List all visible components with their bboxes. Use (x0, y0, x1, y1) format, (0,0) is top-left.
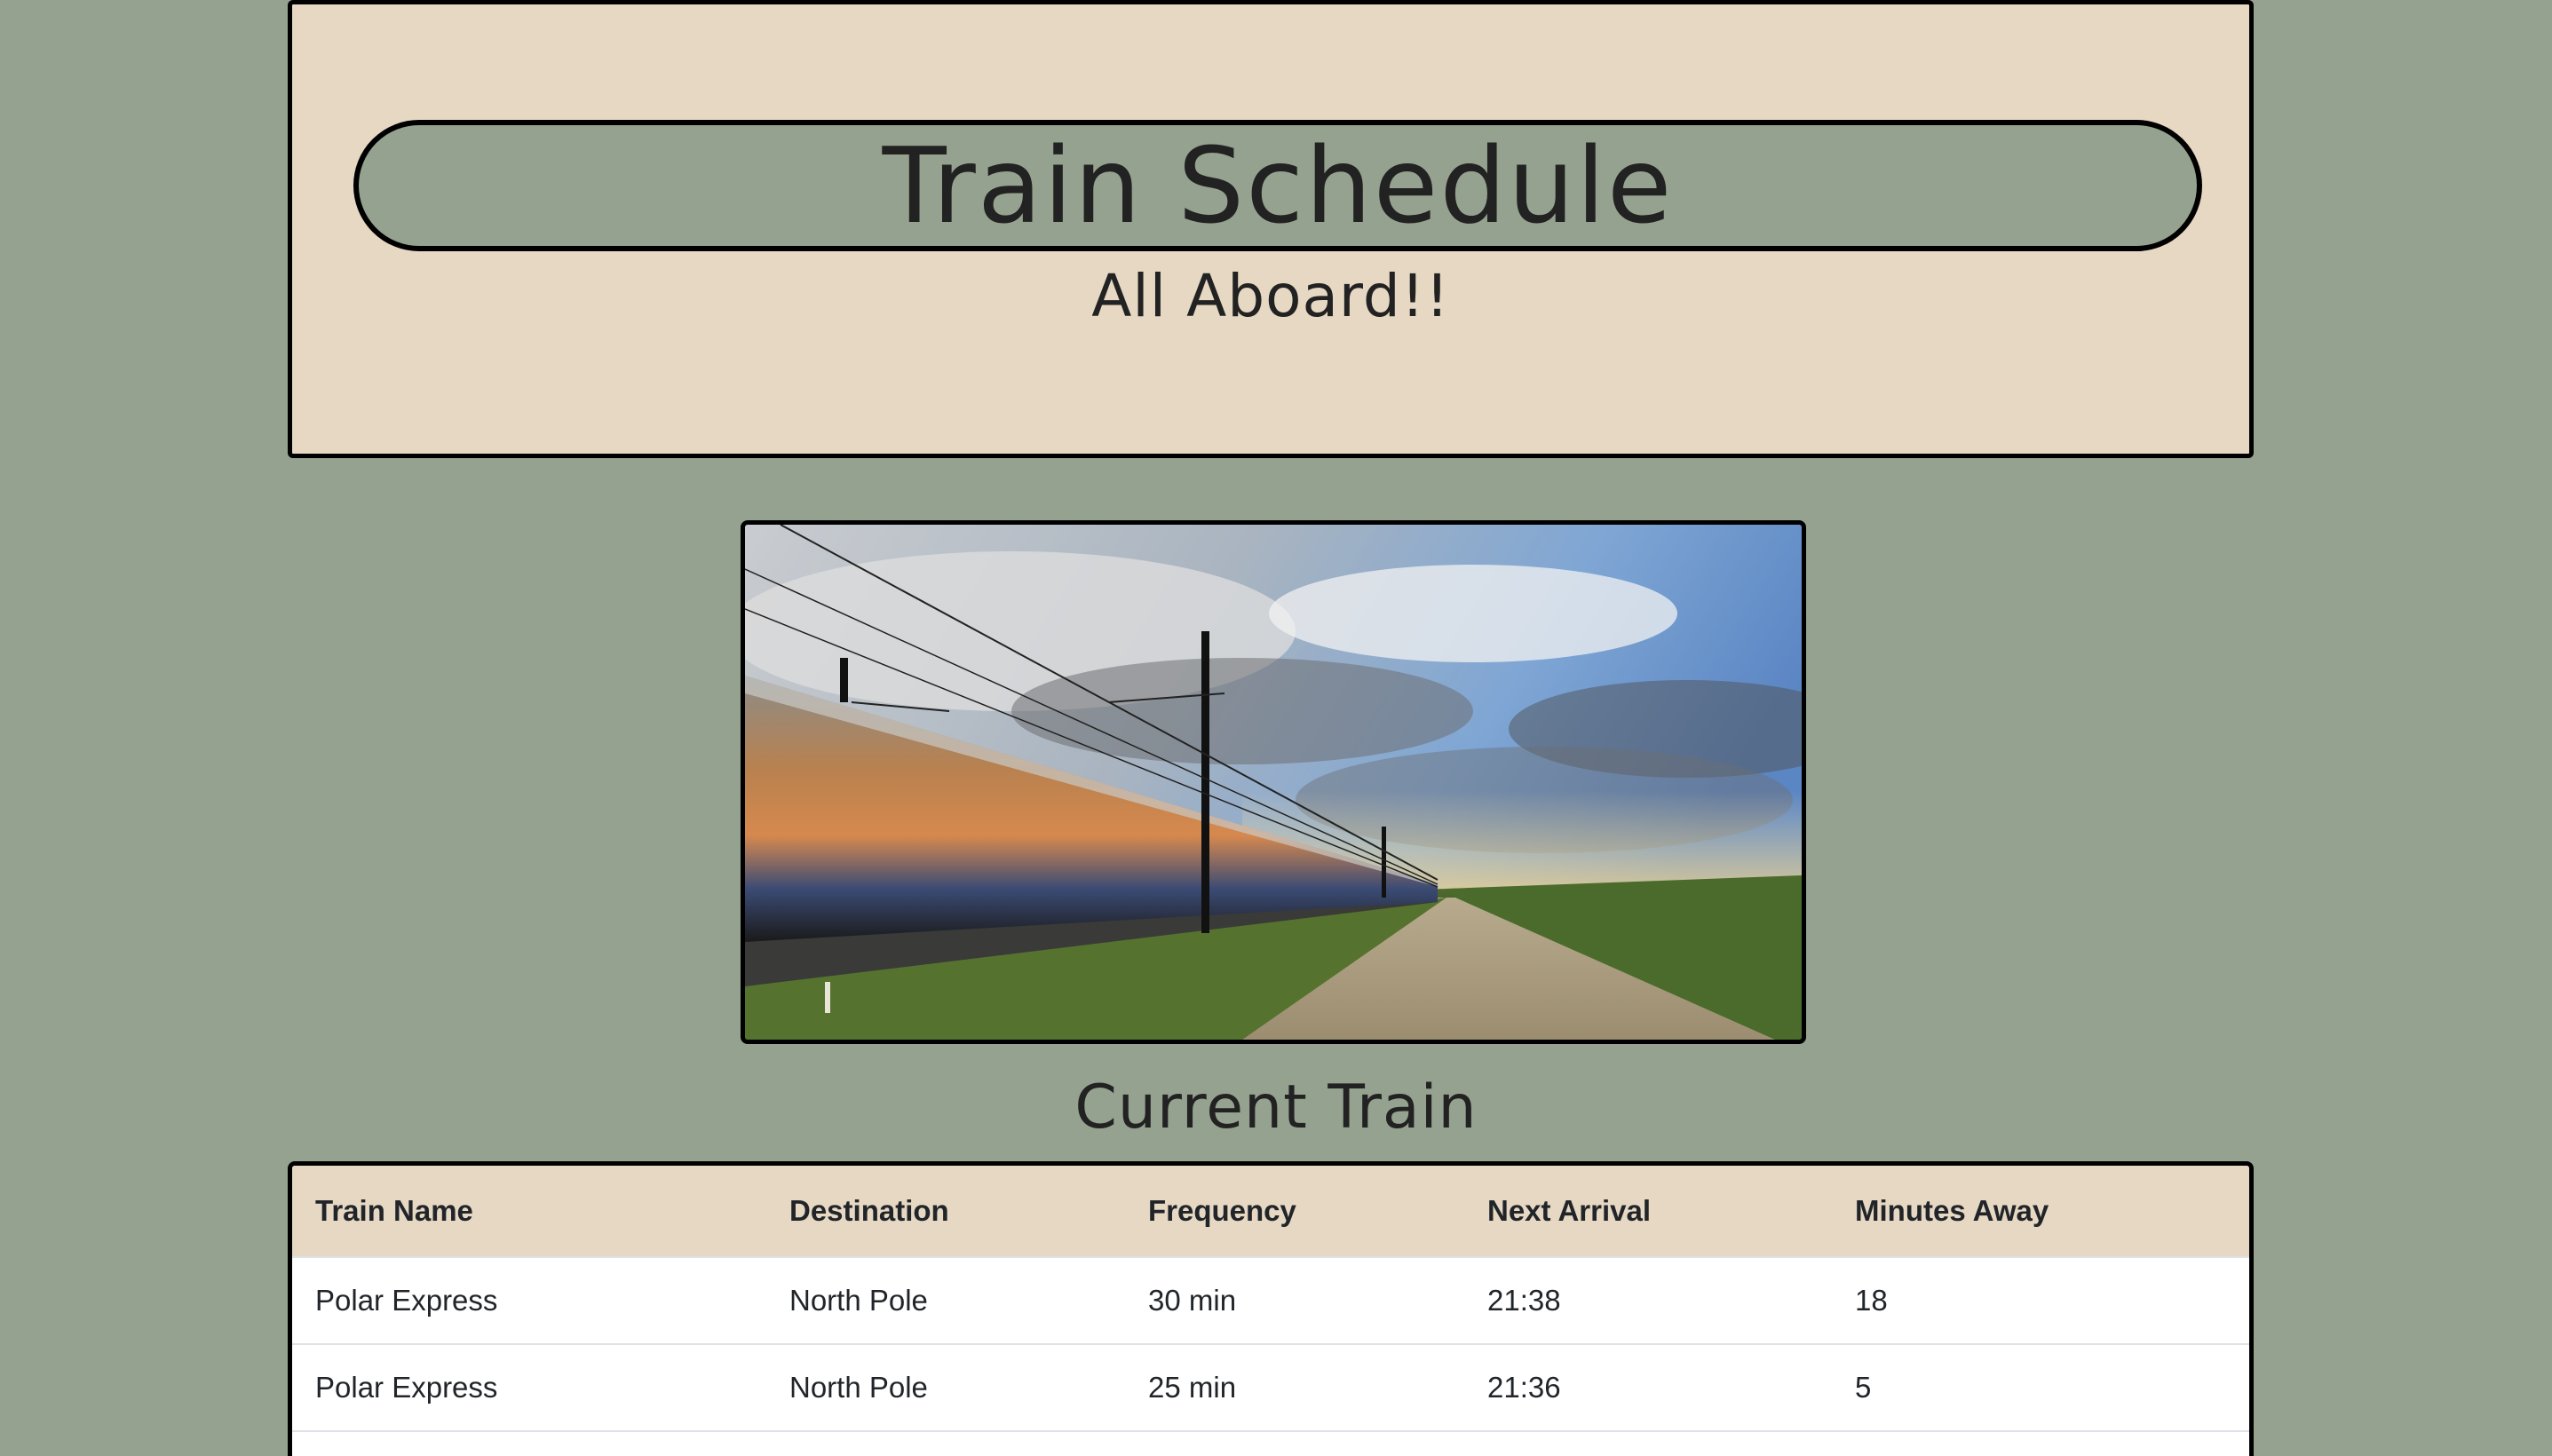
table-header-row: Train Name Destination Frequency Next Ar… (292, 1166, 2249, 1258)
cell-frequency: 30 min (1125, 1257, 1464, 1345)
cell-destination: North Pole (766, 1257, 1125, 1345)
table-row: Polar Express North Pole 30 min 21:38 18 (292, 1257, 2249, 1345)
page-subtitle: All Aboard!! (1091, 262, 1450, 330)
cell-next-arrival: 21:36 (1464, 1344, 1832, 1432)
train-table-panel: Train Name Destination Frequency Next Ar… (288, 1161, 2254, 1456)
cell-next-arrival: 21:38 (1464, 1257, 1832, 1345)
current-train-heading: Current Train (1074, 1072, 1478, 1143)
page: Train Schedule All Aboard!! Current Trai… (0, 0, 2552, 1456)
title-banner: Train Schedule (353, 120, 2202, 251)
column-header-frequency: Frequency (1125, 1166, 1464, 1258)
cell-destination: North Pole (766, 1344, 1125, 1432)
cell-frequency: 25 min (1125, 1344, 1464, 1432)
train-table: Train Name Destination Frequency Next Ar… (292, 1166, 2249, 1432)
train-photo-icon (745, 525, 1802, 1040)
column-header-train-name: Train Name (292, 1166, 766, 1258)
column-header-destination: Destination (766, 1166, 1125, 1258)
header-panel: Train Schedule All Aboard!! (288, 0, 2254, 458)
cell-train-name: Polar Express (292, 1344, 766, 1432)
column-header-next-arrival: Next Arrival (1464, 1166, 1832, 1258)
train-photo-image (741, 520, 1806, 1044)
cell-minutes-away: 18 (1832, 1257, 2249, 1345)
page-title: Train Schedule (882, 124, 1674, 247)
cell-train-name: Polar Express (292, 1257, 766, 1345)
cell-minutes-away: 5 (1832, 1344, 2249, 1432)
table-row: Polar Express North Pole 25 min 21:36 5 (292, 1344, 2249, 1432)
column-header-minutes-away: Minutes Away (1832, 1166, 2249, 1258)
